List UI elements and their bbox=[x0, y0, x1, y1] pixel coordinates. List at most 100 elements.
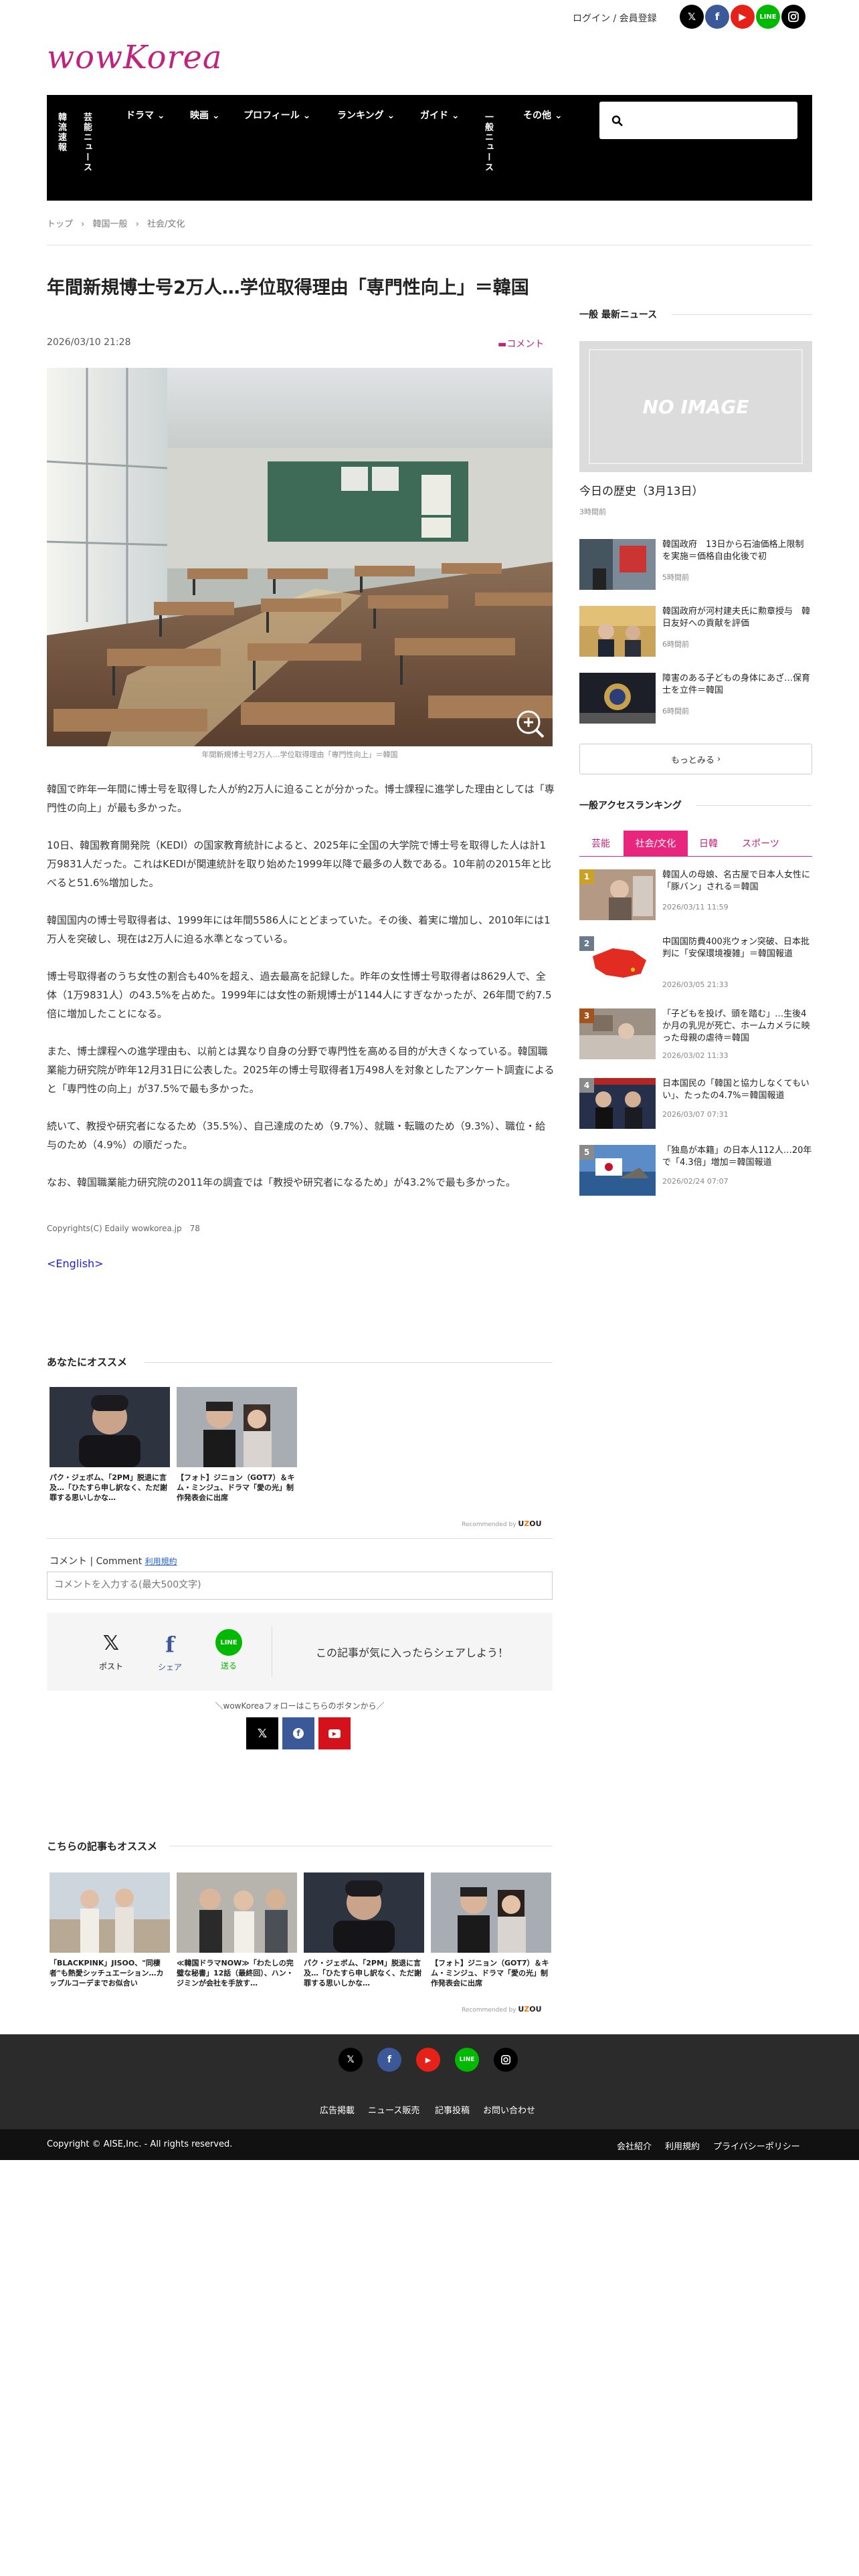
nav-entertainment-news[interactable]: 芸能ニュース bbox=[80, 112, 93, 173]
x-icon[interactable]: 𝕏 bbox=[339, 2048, 363, 2072]
comment-label: コメント | Comment 利用規約 bbox=[50, 1556, 177, 1567]
line-icon: LINE bbox=[215, 1629, 242, 1656]
no-image-placeholder[interactable]: NO IMAGE bbox=[579, 341, 812, 472]
reco-thumbnail bbox=[177, 1872, 297, 1953]
share-facebook-button[interactable]: f シェア bbox=[151, 1632, 189, 1673]
reco-card[interactable]: 「BLACKPINK」JISOO、"同棲者"も熱愛シッチュエーション…カップルコ… bbox=[50, 1872, 170, 1988]
article-paragraph: 10日、韓国教育開発院（KEDI）の国家教育統計によると、2025年に全国の大学… bbox=[47, 839, 551, 889]
nav-general-news[interactable]: 一般ニュース bbox=[482, 112, 494, 173]
footer-copyright: Copyright © AISE,Inc. - All rights reser… bbox=[47, 2139, 233, 2149]
ranking-title[interactable]: 韓国人の母娘、名古屋で日本人女性に「豚バン」される＝韓国 bbox=[662, 869, 812, 893]
footer-link-ads[interactable]: 広告掲載 bbox=[320, 2103, 355, 2116]
footer-link-submit[interactable]: 記事投稿 bbox=[435, 2103, 470, 2116]
facebook-icon: f bbox=[165, 1632, 175, 1657]
reco-card[interactable]: パク・ジェボム、「2PM」脱退に言及…「ひたすら申し訳なく、ただ謝罪する思いしか… bbox=[50, 1387, 170, 1503]
footer-link-privacy[interactable]: プライバシーポリシー bbox=[713, 2139, 800, 2152]
instagram-icon[interactable] bbox=[494, 2048, 518, 2072]
breadcrumb-korea-general[interactable]: 韓国一般 bbox=[93, 219, 128, 229]
line-icon[interactable]: LINE bbox=[455, 2048, 479, 2072]
terms-link[interactable]: 利用規約 bbox=[145, 1557, 177, 1566]
reco-card-title: 【フォト】ジニョン（GOT7）＆キム・ミンジュ、ドラマ「愛の光」制作発表会に出席 bbox=[431, 1959, 549, 1988]
footer: 𝕏 f ▶ LINE 広告掲載 ニュース販売 記事投稿 お問い合わせ bbox=[0, 2034, 859, 2129]
today-history-title[interactable]: 今日の歴史（3月13日） bbox=[579, 481, 703, 498]
ranking-heading: 一般アクセスランキング bbox=[579, 800, 682, 811]
follow-facebook-button[interactable]: f bbox=[282, 1717, 314, 1749]
article-paragraph: また、博士課程への進学理由も、以前とは異なり自身の分野で専門性を高める目的が大き… bbox=[47, 1045, 555, 1095]
article-photo[interactable] bbox=[47, 368, 553, 746]
x-icon[interactable]: 𝕏 bbox=[680, 5, 704, 29]
nav-drama[interactable]: ドラマ ⌄ bbox=[126, 108, 165, 122]
nav-movie[interactable]: 映画 ⌄ bbox=[190, 108, 220, 122]
ranking-time: 2026/03/02 11:33 bbox=[662, 1051, 729, 1060]
search-box[interactable] bbox=[599, 102, 797, 139]
nav-korean-flash[interactable]: 韓流速報 bbox=[55, 112, 68, 152]
latest-time: 5時間前 bbox=[662, 573, 689, 582]
top-bar: ログイン / 会員登録 𝕏 f ▶ LINE bbox=[0, 0, 859, 35]
line-icon[interactable]: LINE bbox=[756, 5, 780, 29]
ranking-title[interactable]: 日本国民の「韓国と協力しなくてもいい」、たったの4.7%＝韓国報道 bbox=[662, 1078, 812, 1102]
breadcrumb-society[interactable]: 社会/文化 bbox=[147, 219, 185, 229]
nav-guide[interactable]: ガイド ⌄ bbox=[420, 108, 460, 122]
comment-link[interactable]: ▬コメント bbox=[498, 337, 544, 350]
ranking-title[interactable]: 「独島が本籍」の日本人112人…20年で「4.3倍」増加＝韓国報道 bbox=[662, 1145, 812, 1169]
reco-card-title: 「BLACKPINK」JISOO、"同棲者"も熱愛シッチュエーション…カップルコ… bbox=[50, 1959, 164, 1988]
reco-card-title: パク・ジェボム、「2PM」脱退に言及…「ひたすら申し訳なく、ただ謝罪する思いしか… bbox=[50, 1473, 167, 1502]
ranking-title[interactable]: 中国国防費400兆ウォン突破、日本批判に「安保環境複雑」＝韓国報道 bbox=[662, 936, 812, 960]
share-line-button[interactable]: LINE 送る bbox=[210, 1629, 248, 1671]
follow-youtube-button[interactable]: ▶ bbox=[318, 1717, 351, 1749]
rank-badge: 5 bbox=[579, 1145, 594, 1160]
youtube-icon[interactable]: ▶ bbox=[416, 2048, 440, 2072]
latest-thumbnail[interactable] bbox=[579, 606, 656, 657]
tab-society[interactable]: 社会/文化 bbox=[624, 831, 688, 856]
footer-link-company[interactable]: 会社紹介 bbox=[617, 2139, 652, 2152]
article-paragraph: 続いて、教授や研究者になるため（35.5%）、自己達成のため（9.7%）、就職・… bbox=[47, 1120, 546, 1151]
latest-title[interactable]: 韓国政府が河村建夫氏に勲章授与 韓日友好への貢献を評価 bbox=[662, 606, 812, 630]
reco-card[interactable]: ≪韓国ドラマNOW≫「わたしの完璧な秘書」12話（最終回）、ハン・ジミンが会社を… bbox=[177, 1872, 297, 1988]
rank-badge: 3 bbox=[579, 1008, 594, 1023]
today-history-time: 3時間前 bbox=[579, 508, 606, 516]
latest-title[interactable]: 韓国政府 13日から石油価格上限制を実施＝価格自由化後で初 bbox=[662, 539, 812, 563]
reco-card[interactable]: パク・ジェボム、「2PM」脱退に言及…「ひたすら申し訳なく、ただ謝罪する思いしか… bbox=[304, 1872, 424, 1988]
facebook-icon[interactable]: f bbox=[705, 5, 729, 29]
share-x-button[interactable]: 𝕏 ポスト bbox=[92, 1632, 130, 1672]
english-link[interactable]: <English> bbox=[47, 1257, 104, 1270]
reco-card[interactable]: 【フォト】ジニョン（GOT7）＆キム・ミンジュ、ドラマ「愛の光」制作発表会に出席 bbox=[177, 1387, 297, 1503]
tab-sports[interactable]: スポーツ bbox=[731, 831, 791, 856]
divider bbox=[145, 1362, 553, 1363]
instagram-icon[interactable] bbox=[781, 5, 805, 29]
tab-japan-korea[interactable]: 日韓 bbox=[689, 831, 728, 856]
nav-ranking[interactable]: ランキング ⌄ bbox=[337, 108, 395, 122]
more-button[interactable]: もっとみる › bbox=[579, 744, 812, 774]
follow-x-button[interactable]: 𝕏 bbox=[246, 1717, 278, 1749]
reco-heading: こちらの記事もオススメ bbox=[47, 1840, 158, 1852]
article-paragraph: 韓国で昨年一年間に博士号を取得した人が約2万人に迫ることが分かった。博士課程に進… bbox=[47, 783, 555, 814]
latest-time: 6時間前 bbox=[662, 707, 689, 716]
reco-card[interactable]: 【フォト】ジニョン（GOT7）＆キム・ミンジュ、ドラマ「愛の光」制作発表会に出席 bbox=[431, 1872, 551, 1988]
latest-heading: 一般 最新ニュース bbox=[579, 310, 658, 320]
footer-link-terms[interactable]: 利用規約 bbox=[665, 2139, 700, 2152]
latest-thumbnail[interactable] bbox=[579, 673, 656, 724]
youtube-icon[interactable]: ▶ bbox=[731, 5, 755, 29]
article-title: 年間新規博士号2万人…学位取得理由「専門性向上」＝韓国 bbox=[47, 278, 529, 298]
youtube-icon: ▶ bbox=[328, 1729, 341, 1738]
ranking-title[interactable]: 「子どもを投げ、頭を踏む」…生後4か月の乳児が死亡、ホームカメラに映った母親の虐… bbox=[662, 1008, 812, 1045]
breadcrumb-top[interactable]: トップ bbox=[47, 219, 73, 229]
latest-thumbnail[interactable] bbox=[579, 539, 656, 590]
divider bbox=[672, 314, 812, 315]
login-link[interactable]: ログイン / 会員登録 bbox=[573, 11, 657, 25]
search-input[interactable] bbox=[630, 110, 791, 131]
footer-link-contact[interactable]: お問い合わせ bbox=[483, 2103, 535, 2116]
nav-profile[interactable]: プロフィール ⌄ bbox=[244, 108, 310, 122]
nav-other[interactable]: その他 ⌄ bbox=[523, 108, 563, 122]
latest-time: 6時間前 bbox=[662, 640, 689, 649]
facebook-icon[interactable]: f bbox=[377, 2048, 401, 2072]
comment-icon: ▬ bbox=[498, 339, 507, 350]
ranking-time: 2026/02/24 07:07 bbox=[662, 1177, 729, 1186]
comment-input[interactable] bbox=[47, 1572, 553, 1600]
tab-entertainment[interactable]: 芸能 bbox=[579, 831, 622, 856]
facebook-icon: f bbox=[293, 1728, 304, 1739]
site-logo[interactable]: wowKorea bbox=[47, 39, 223, 76]
footer-link-news-sales[interactable]: ニュース販売 bbox=[368, 2103, 419, 2116]
footer-bottom: Copyright © AISE,Inc. - All rights reser… bbox=[0, 2129, 859, 2160]
latest-title[interactable]: 障害のある子どもの身体にあざ…保育士を立件＝韓国 bbox=[662, 673, 812, 697]
